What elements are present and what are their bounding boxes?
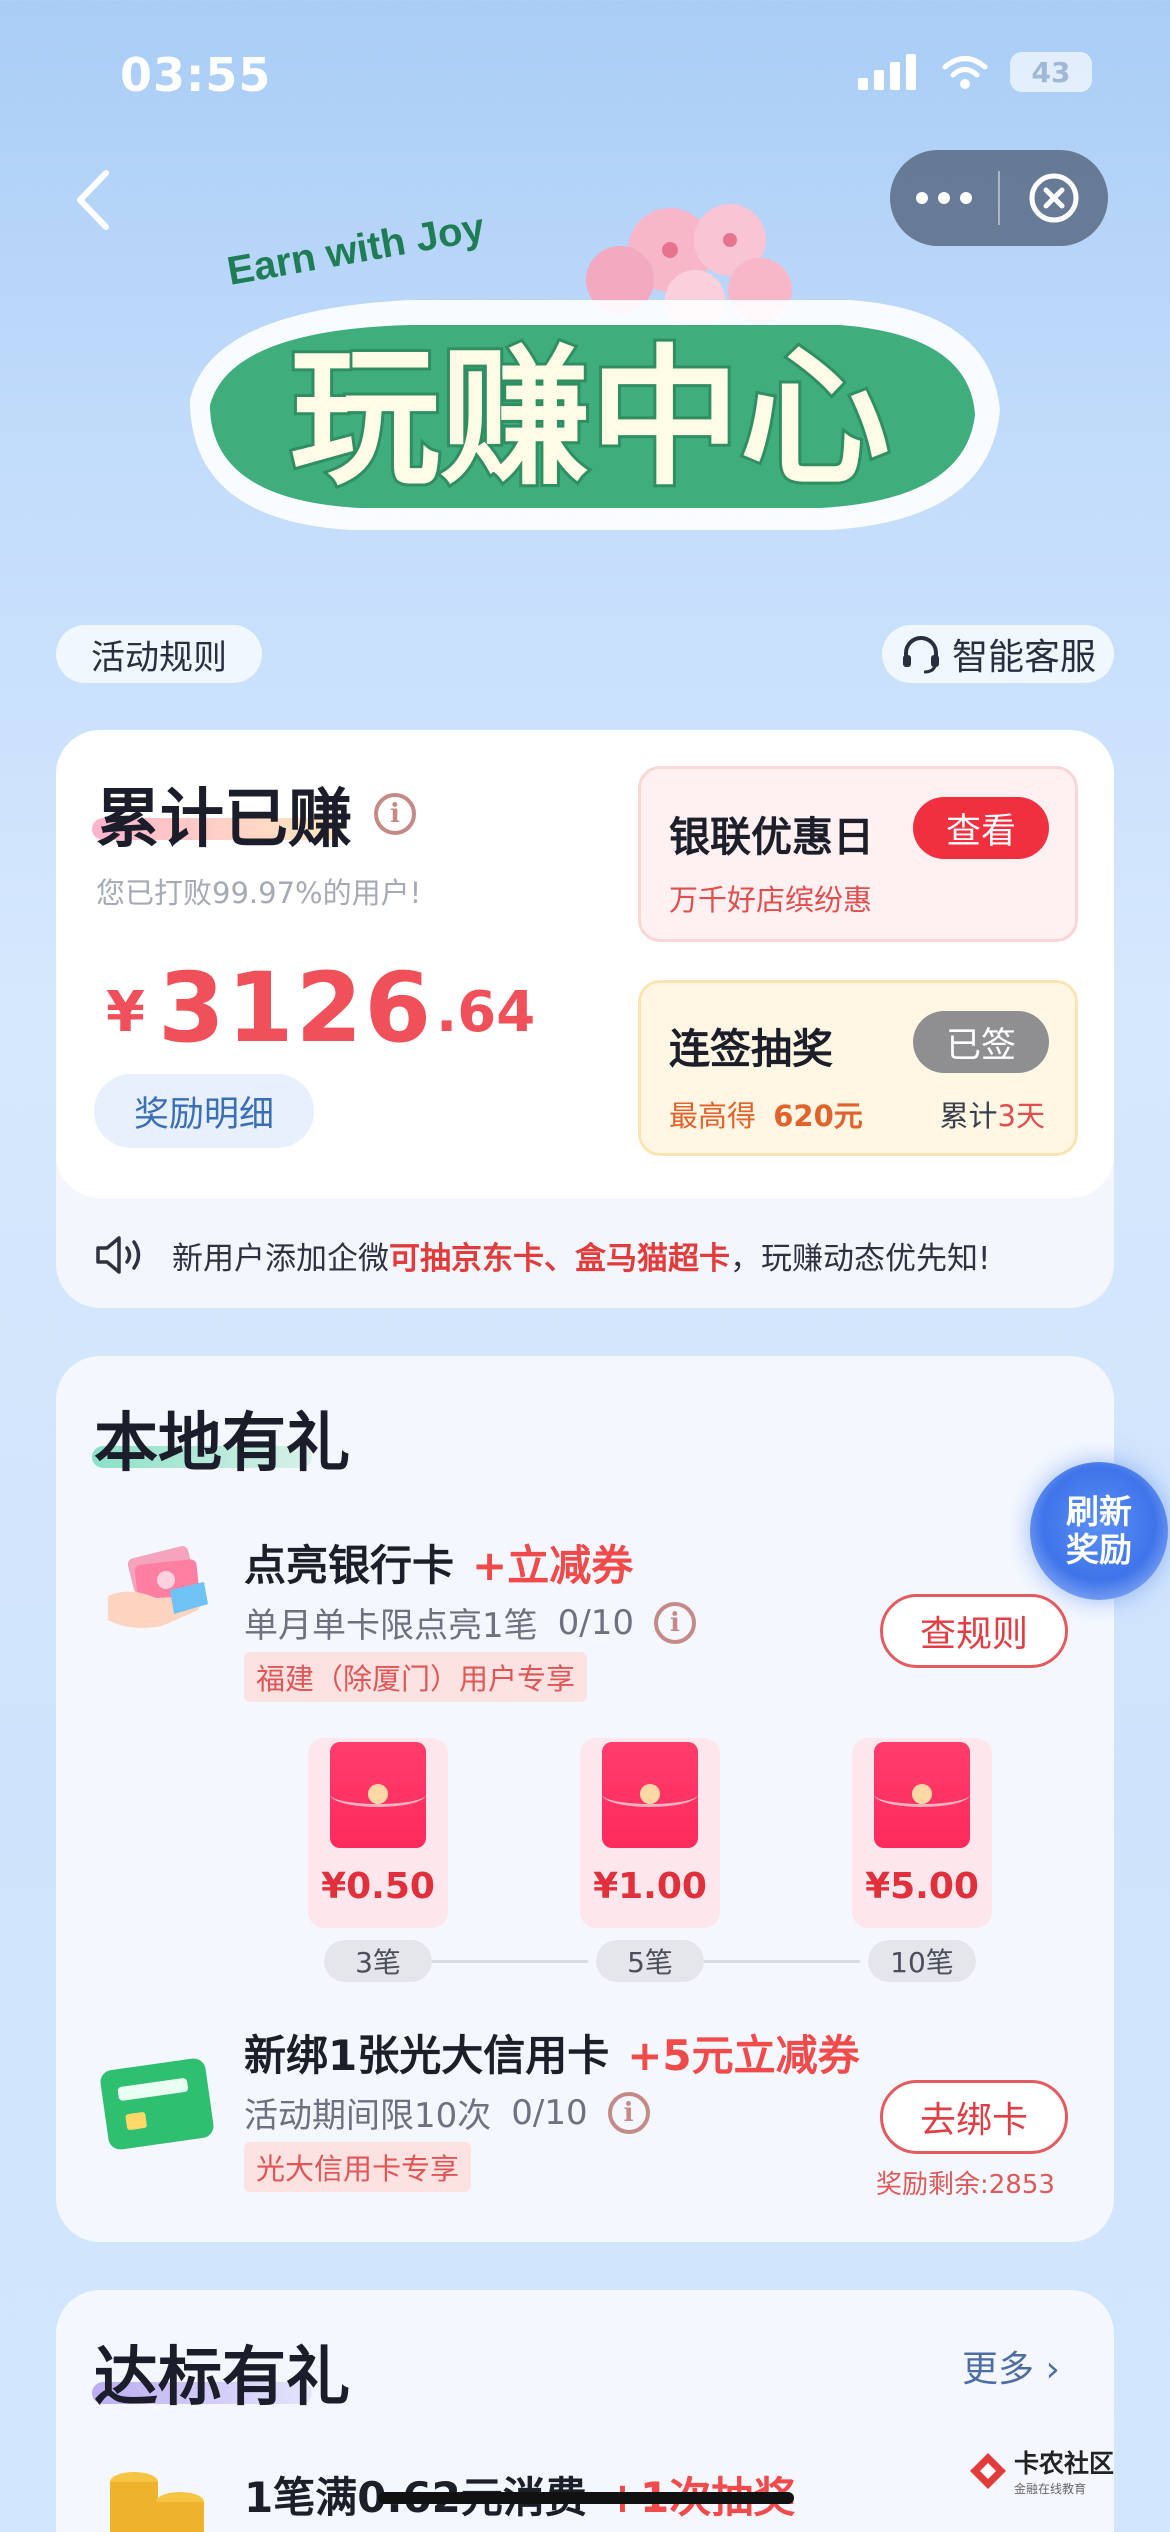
- task-bind-card-limit-row: 活动期间限10次 0/10 i: [244, 2088, 650, 2137]
- task-light-card-limit-row: 单月单卡限点亮1笔 0/10 i: [244, 1598, 696, 1647]
- earnings-title-row: 累计已赚 i: [96, 768, 416, 860]
- coins-icon: [110, 2472, 204, 2532]
- kanong-logo-icon: [970, 2452, 1006, 2489]
- local-gifts-title: 本地有礼: [94, 1407, 350, 1481]
- home-indicator[interactable]: [378, 2492, 794, 2504]
- notice-bar[interactable]: 新用户添加企微可抽京东卡、盒马猫超卡，玩赚动态优先知!: [94, 1220, 1084, 1290]
- smart-service-label: 智能客服: [951, 637, 1096, 678]
- smart-service-button[interactable]: 智能客服: [882, 625, 1114, 683]
- reach-gifts-title: 达标有礼: [94, 2341, 350, 2415]
- task-bind-card-title: 新绑1张光大信用卡 +5元立减券: [244, 2022, 860, 2083]
- battery-indicator: 43: [1010, 52, 1092, 92]
- headset-icon: [902, 636, 939, 674]
- sign-in-title: 连签抽奖: [669, 1025, 833, 1073]
- task-light-card-limit: 单月单卡限点亮1笔: [244, 1606, 538, 1646]
- task-bind-card-name: 新绑1张光大信用卡: [244, 2031, 610, 2080]
- notice-highlight: 可抽京东卡、盒马猫超卡: [389, 1240, 730, 1277]
- reward-remaining: 奖励剩余:2853: [876, 2170, 1055, 2200]
- status-icons: 43: [858, 52, 1092, 92]
- banner-artwork: Earn with Joy 玩赚中心: [190, 204, 1000, 530]
- sign-in-lottery-card[interactable]: 连签抽奖 最高得 620元 累计3天 已签: [638, 980, 1078, 1156]
- earnings-rank-text: 您已打败99.97%的用户!: [96, 876, 422, 910]
- hand-money-icon: [108, 1546, 208, 1628]
- notice-text: 新用户添加企微可抽京东卡、盒马猫超卡，玩赚动态优先知!: [172, 1233, 990, 1278]
- unionpay-day-title: 银联优惠日: [669, 813, 874, 861]
- tier-reward-3: ¥5.00: [852, 1738, 992, 1928]
- refresh-line2: 奖励: [1066, 1530, 1132, 1569]
- tier-reward-value: ¥5.00: [865, 1866, 979, 1907]
- task-light-card-reward: +立减券: [472, 1541, 634, 1590]
- tier-connector: [704, 1960, 860, 1963]
- task-bind-card-tag: 光大信用卡专享: [244, 2142, 472, 2192]
- view-button[interactable]: 查看: [913, 797, 1049, 859]
- wifi-icon: [942, 56, 988, 89]
- sign-in-max-reward: 最高得 620元: [669, 1093, 863, 1135]
- info-icon[interactable]: i: [654, 1601, 696, 1644]
- chevron-right-icon: ›: [1045, 2349, 1060, 2390]
- unionpay-day-card[interactable]: 银联优惠日 万千好店缤纷惠 查看: [638, 766, 1078, 942]
- activity-rules-button[interactable]: 活动规则: [56, 625, 262, 683]
- tier-reward-1: ¥0.50: [308, 1738, 448, 1928]
- watermark-tagline: 金融在线教育: [1014, 2482, 1087, 2496]
- task-light-card-title: 点亮银行卡 +立减券: [244, 1532, 633, 1593]
- refresh-line1: 刷新: [1066, 1492, 1132, 1531]
- red-envelope-icon: [330, 1742, 426, 1848]
- task-light-card-progress: 0/10: [557, 1602, 634, 1643]
- bind-card-button[interactable]: 去绑卡: [880, 2080, 1068, 2154]
- unionpay-day-subtitle: 万千好店缤纷惠: [669, 883, 873, 917]
- max-reward-value: 620元: [773, 1099, 863, 1133]
- banner-subtitle: Earn with Joy: [224, 205, 488, 294]
- task-bind-card-progress: 0/10: [511, 2092, 588, 2133]
- info-icon[interactable]: i: [607, 2091, 650, 2134]
- watermark: 卡农社区 金融在线教育: [968, 2444, 1114, 2497]
- close-circle-icon: [1029, 173, 1079, 223]
- earnings-card: 累计已赚 i 您已打败99.97%的用户! ¥ 3126 .64 奖励明细 银联…: [56, 730, 1114, 1308]
- notice-prefix: 新用户添加企微: [172, 1240, 389, 1277]
- back-arrow-icon[interactable]: [66, 165, 120, 235]
- streak-value: 3天: [997, 1099, 1045, 1133]
- watermark-name: 卡农社区: [1014, 2449, 1115, 2478]
- red-envelope-icon: [602, 1742, 698, 1848]
- banner-title: 玩赚中心: [290, 332, 890, 506]
- earnings-summary: 累计已赚 i 您已打败99.97%的用户! ¥ 3126 .64 奖励明细 银联…: [56, 730, 1114, 1198]
- earn-center-banner: Earn with Joy 玩赚中心: [150, 190, 1030, 570]
- more-link[interactable]: 更多 ›: [962, 2340, 1060, 2392]
- sign-in-streak: 累计3天: [940, 1093, 1045, 1135]
- refresh-rewards-button[interactable]: 刷新 奖励: [1030, 1462, 1168, 1600]
- max-reward-label: 最高得: [669, 1099, 757, 1133]
- earnings-amount-integer: 3126: [158, 952, 434, 1064]
- reward-detail-button[interactable]: 奖励明细: [94, 1074, 314, 1148]
- tier-step-label: 10笔: [868, 1940, 976, 1982]
- check-rules-button[interactable]: 查规则: [880, 1594, 1068, 1668]
- signed-button[interactable]: 已签: [913, 1011, 1049, 1073]
- task-light-card-name: 点亮银行卡: [244, 1541, 455, 1590]
- info-icon[interactable]: i: [374, 793, 416, 835]
- task-light-card-tag: 福建（除厦门）用户专享: [244, 1652, 588, 1702]
- tier-reward-value: ¥0.50: [321, 1866, 435, 1907]
- speaker-icon: [96, 1236, 141, 1274]
- task-bind-card-reward: +5元立减券: [627, 2031, 860, 2080]
- earnings-title: 累计已赚: [96, 783, 352, 857]
- cellular-signal-icon: [858, 54, 916, 90]
- tier-reward-value: ¥1.00: [593, 1866, 707, 1907]
- red-envelope-icon: [874, 1742, 970, 1848]
- status-time: 03:55: [120, 48, 272, 102]
- tier-connector: [432, 1960, 588, 1963]
- streak-prefix: 累计: [939, 1099, 998, 1133]
- tier-step-label: 3笔: [324, 1940, 432, 1982]
- earnings-amount-decimal: .64: [436, 980, 536, 1045]
- credit-card-icon: [100, 2058, 214, 2150]
- tier-step-label: 5笔: [596, 1940, 704, 1982]
- more-label: 更多: [962, 2349, 1035, 2390]
- task-bind-card-limit: 活动期间限10次: [244, 2096, 492, 2136]
- notice-suffix: ，玩赚动态优先知!: [730, 1240, 991, 1277]
- currency-symbol: ¥: [106, 980, 145, 1045]
- tier-reward-2: ¥1.00: [580, 1738, 720, 1928]
